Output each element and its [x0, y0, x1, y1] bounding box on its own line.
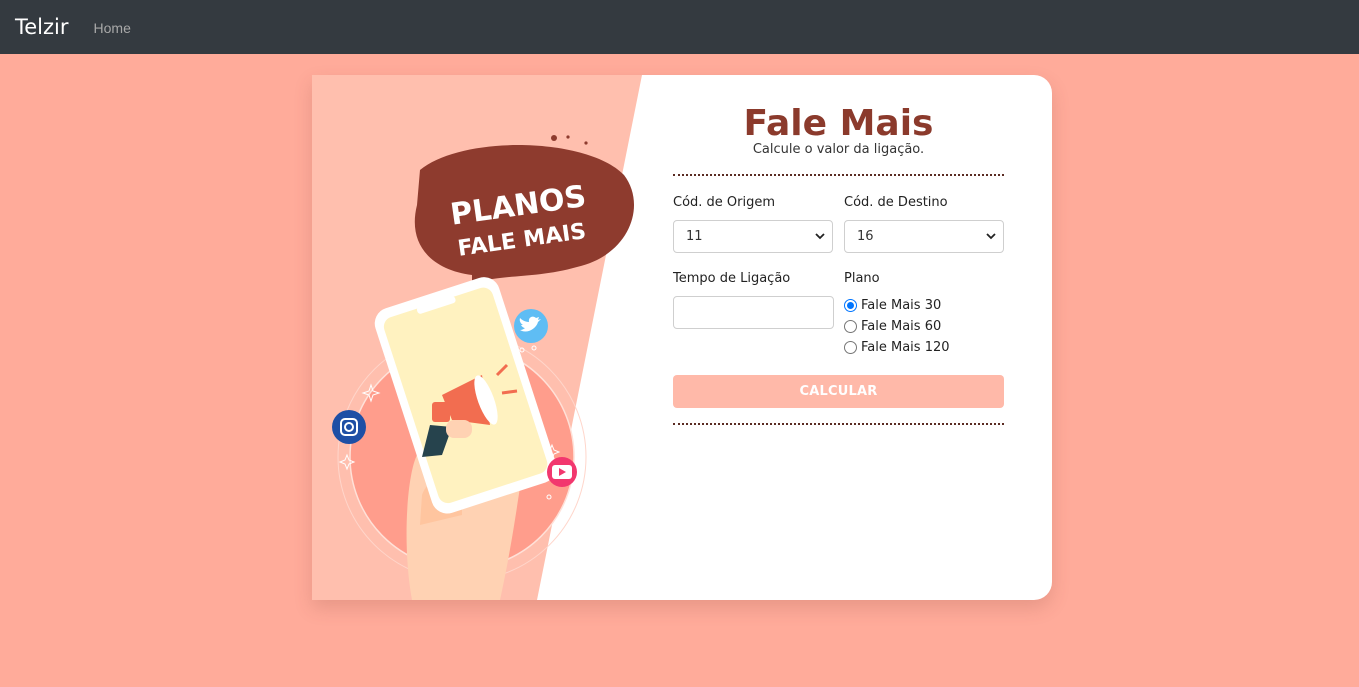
- time-label: Tempo de Ligação: [673, 271, 791, 286]
- origin-label: Cód. de Origem: [673, 195, 776, 210]
- chevron-down-icon: [986, 233, 996, 240]
- destination-label: Cód. de Destino: [844, 195, 948, 210]
- plan-label: Plano: [844, 271, 880, 286]
- page-title: Fale Mais: [743, 103, 934, 144]
- plan-option-label: Fale Mais 30: [861, 298, 942, 313]
- brand-logo[interactable]: Telzir: [15, 15, 69, 39]
- divider-top: [673, 174, 1004, 176]
- youtube-icon: [547, 457, 577, 487]
- twitter-icon: [514, 309, 548, 343]
- top-navbar: Telzir Home: [0, 0, 1359, 54]
- call-time-input[interactable]: [673, 296, 834, 329]
- divider-bottom: [673, 423, 1004, 425]
- plan-option-60[interactable]: Fale Mais 60: [844, 319, 941, 334]
- calculator-card: PLANOS FALE MAIS Fale Mais Calcule o val…: [312, 75, 1052, 600]
- plan-option-label: Fale Mais 120: [861, 340, 950, 355]
- plan-option-30[interactable]: Fale Mais 30: [844, 298, 941, 313]
- page-subtitle: Calcule o valor da ligação.: [752, 142, 925, 157]
- destination-select[interactable]: 16: [844, 220, 1004, 253]
- plan-option-120[interactable]: Fale Mais 120: [844, 340, 950, 355]
- instagram-icon: [332, 410, 366, 444]
- nav-link-home[interactable]: Home: [94, 20, 131, 36]
- calc-form: Fale Mais Calcule o valor da ligação. Có…: [673, 75, 1004, 600]
- calculate-button[interactable]: CALCULAR: [673, 375, 1004, 408]
- chevron-down-icon: [815, 233, 825, 240]
- radio-button[interactable]: [844, 320, 857, 333]
- destination-select-value: 16: [857, 229, 874, 244]
- radio-button[interactable]: [844, 299, 857, 312]
- origin-select-value: 11: [686, 229, 703, 244]
- radio-button[interactable]: [844, 341, 857, 354]
- plan-option-label: Fale Mais 60: [861, 319, 942, 334]
- origin-select[interactable]: 11: [673, 220, 833, 253]
